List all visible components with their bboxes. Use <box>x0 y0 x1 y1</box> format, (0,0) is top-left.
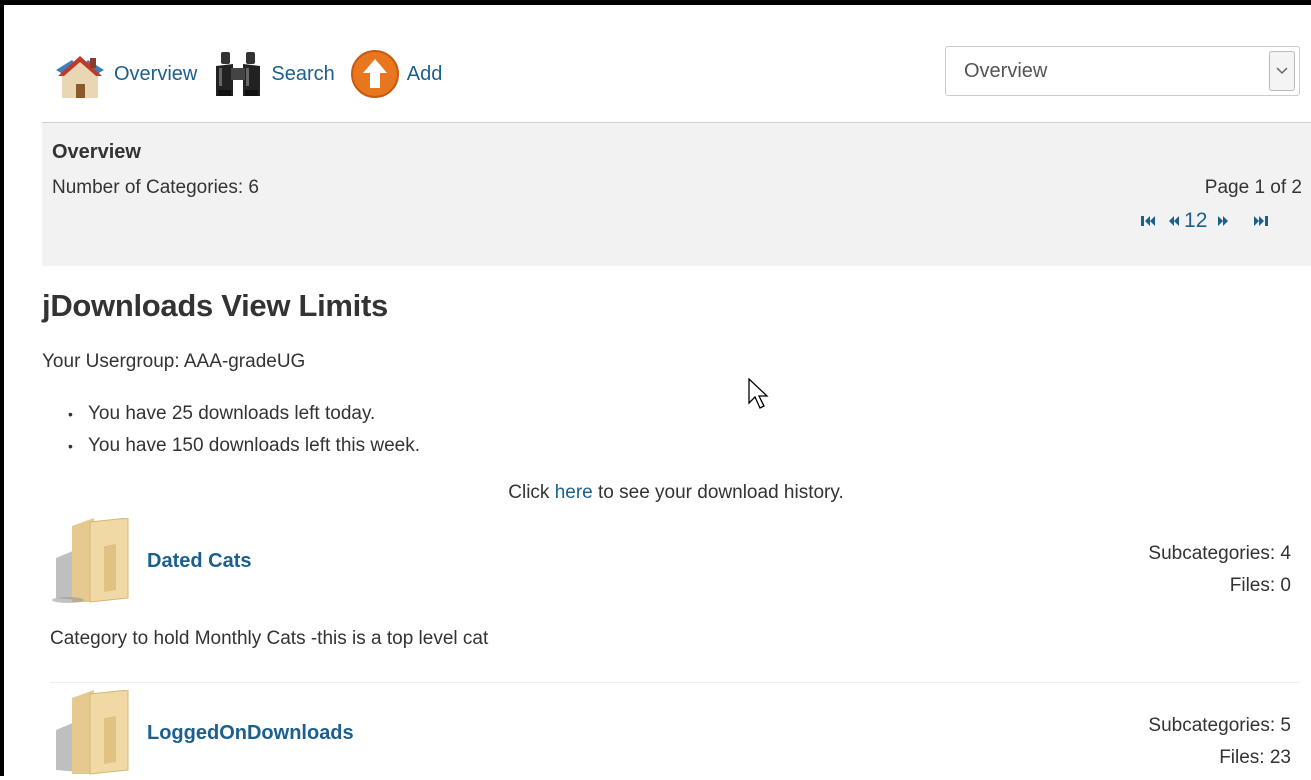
chevron-down-icon[interactable] <box>1269 51 1295 91</box>
prev-page-icon[interactable] <box>1166 214 1180 228</box>
page-indicator: Page 1 of 2 <box>1204 177 1302 198</box>
history-link[interactable]: here <box>555 482 593 503</box>
home-icon <box>52 46 108 102</box>
category-stats: Subcategories: 5 Files: 23 <box>1148 710 1291 774</box>
category-stats: Subcategories: 4 Files: 0 <box>1148 538 1291 602</box>
subcategories-count: Subcategories: 4 <box>1148 543 1291 564</box>
category-count: Number of Categories: 6 <box>52 177 259 198</box>
download-history-text: Click here to see your download history. <box>0 482 1311 504</box>
next-page-icon[interactable] <box>1217 214 1231 228</box>
window-frame-top <box>0 0 1311 5</box>
limits-list: You have 25 downloads left today. You ha… <box>68 398 420 462</box>
category-item-loggedondownloads: LoggedOnDownloads Subcategories: 5 Files… <box>42 689 1300 776</box>
subcategories-count: Subcategories: 5 <box>1148 715 1291 736</box>
window-frame-left <box>0 0 4 776</box>
page-link-2[interactable]: 2 <box>1196 209 1208 233</box>
list-item: You have 150 downloads left this week. <box>68 430 420 462</box>
overview-panel: Overview Number of Categories: 6 Page 1 … <box>42 123 1311 266</box>
search-label: Search <box>271 63 335 85</box>
folder-icon <box>50 689 130 775</box>
category-link[interactable]: LoggedOnDownloads <box>147 722 354 745</box>
history-suffix: to see your download history. <box>592 482 844 503</box>
overview-link[interactable]: Overview <box>52 46 197 102</box>
list-item: You have 25 downloads left today. <box>68 398 420 430</box>
binoculars-icon <box>211 46 265 102</box>
view-limits-heading: jDownloads View Limits <box>42 288 388 323</box>
files-count: Files: 0 <box>1229 575 1291 596</box>
page-link-1[interactable]: 1 <box>1184 209 1196 233</box>
files-count: Files: 23 <box>1219 747 1291 768</box>
toolbar: Overview Search Add <box>52 46 456 102</box>
pagination: 1 2 <box>1140 209 1269 233</box>
category-item-dated-cats: Dated Cats Subcategories: 4 Files: 0 Cat… <box>42 517 1300 688</box>
category-link[interactable]: Dated Cats <box>147 550 251 573</box>
category-description: Category to hold Monthly Cats -this is a… <box>50 628 489 649</box>
history-prefix: Click <box>508 482 555 503</box>
search-link[interactable]: Search <box>211 46 335 102</box>
category-divider <box>50 682 1300 683</box>
add-link[interactable]: Add <box>349 46 443 102</box>
last-page-icon[interactable] <box>1253 214 1269 228</box>
view-select-value: Overview <box>964 60 1048 82</box>
mouse-cursor-icon <box>748 378 769 409</box>
add-label: Add <box>406 63 443 85</box>
overview-label: Overview <box>114 63 198 85</box>
overview-title: Overview <box>52 141 141 163</box>
view-select[interactable]: Overview <box>945 46 1300 96</box>
first-page-icon[interactable] <box>1140 214 1156 228</box>
folder-icon <box>50 517 130 603</box>
usergroup-text: Your Usergroup: AAA-gradeUG <box>42 351 306 372</box>
upload-arrow-icon <box>349 46 401 102</box>
